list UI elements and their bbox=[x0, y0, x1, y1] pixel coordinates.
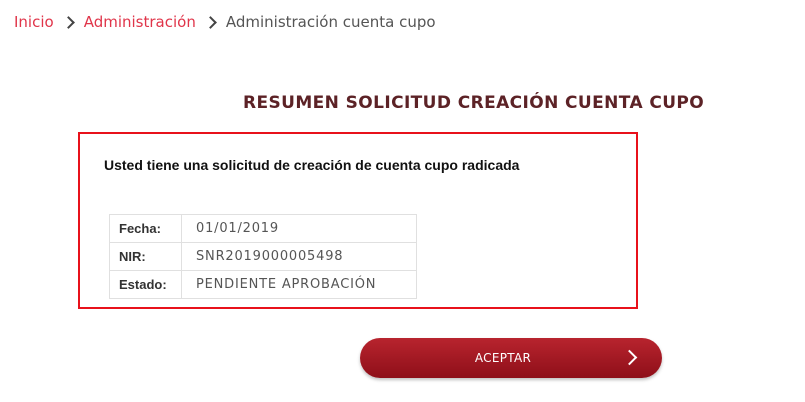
page: Inicio Administración Administración cue… bbox=[0, 0, 805, 402]
fecha-label: Fecha: bbox=[109, 214, 182, 243]
table-row: Fecha: 01/01/2019 bbox=[109, 214, 417, 243]
accept-button-label: ACEPTAR bbox=[474, 351, 532, 365]
table-row: NIR: SNR2019000005498 bbox=[109, 242, 417, 271]
nir-value: SNR2019000005498 bbox=[181, 242, 417, 271]
fecha-value: 01/01/2019 bbox=[181, 214, 417, 243]
breadcrumb-item-administracion[interactable]: Administración bbox=[84, 13, 196, 31]
chevron-right-icon bbox=[621, 349, 638, 366]
request-message: Usted tiene una solicitud de creación de… bbox=[104, 157, 520, 173]
breadcrumb-item-current: Administración cuenta cupo bbox=[225, 13, 436, 31]
breadcrumb-item-inicio[interactable]: Inicio bbox=[14, 13, 54, 31]
page-title: RESUMEN SOLICITUD CREACIÓN CUENTA CUPO bbox=[243, 93, 705, 113]
nir-label: NIR: bbox=[109, 242, 182, 271]
chevron-right-icon bbox=[61, 15, 75, 29]
table-row: Estado: PENDIENTE APROBACIÓN bbox=[109, 270, 417, 299]
chevron-right-icon bbox=[203, 15, 217, 29]
accept-button[interactable]: ACEPTAR bbox=[360, 338, 662, 378]
estado-value: PENDIENTE APROBACIÓN bbox=[181, 270, 417, 299]
estado-label: Estado: bbox=[109, 270, 182, 299]
summary-table: Fecha: 01/01/2019 NIR: SNR2019000005498 … bbox=[109, 214, 417, 299]
breadcrumb: Inicio Administración Administración cue… bbox=[14, 13, 436, 31]
